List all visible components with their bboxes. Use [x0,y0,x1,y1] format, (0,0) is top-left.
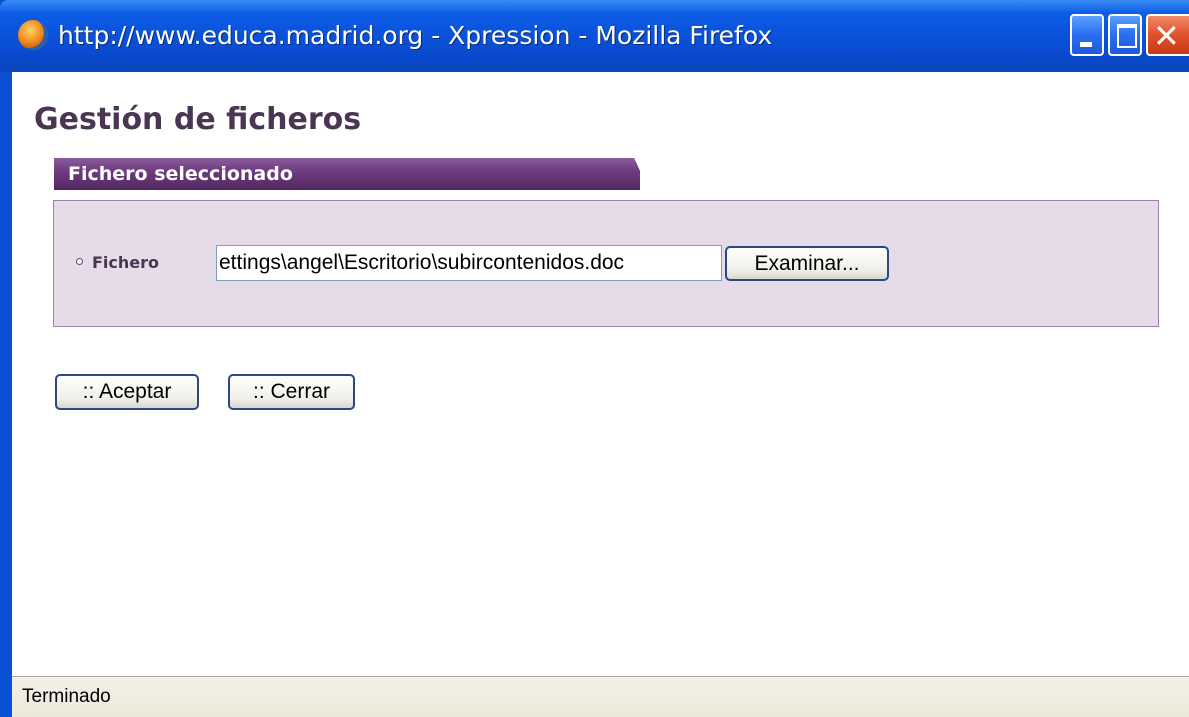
minimize-button[interactable] [1070,14,1104,56]
file-field-label: Fichero [92,253,160,272]
close-icon: ✕ [1153,17,1180,55]
page-title: Gestión de ficheros [34,102,362,137]
maximize-button[interactable] [1108,14,1142,56]
bullet-icon [76,258,83,265]
close-button[interactable]: :: Cerrar [228,374,355,410]
firefox-icon [18,20,48,50]
close-window-button[interactable]: ✕ [1146,14,1189,56]
browse-button[interactable]: Examinar... [725,246,889,281]
status-bar: Terminado [12,676,1189,717]
section-header: Fichero seleccionado [54,158,640,190]
window-title: http://www.educa.madrid.org - Xpression … [58,21,773,50]
page-content: Gestión de ficheros Fichero seleccionado… [12,72,1189,676]
status-text: Terminado [22,686,111,707]
accept-button[interactable]: :: Aceptar [55,374,199,410]
file-path-input[interactable]: ettings\angel\Escritorio\subircontenidos… [216,245,722,281]
file-panel: Fichero ettings\angel\Escritorio\subirco… [53,200,1159,327]
browser-window: http://www.educa.madrid.org - Xpression … [0,0,1189,717]
title-bar[interactable]: http://www.educa.madrid.org - Xpression … [0,0,1189,72]
